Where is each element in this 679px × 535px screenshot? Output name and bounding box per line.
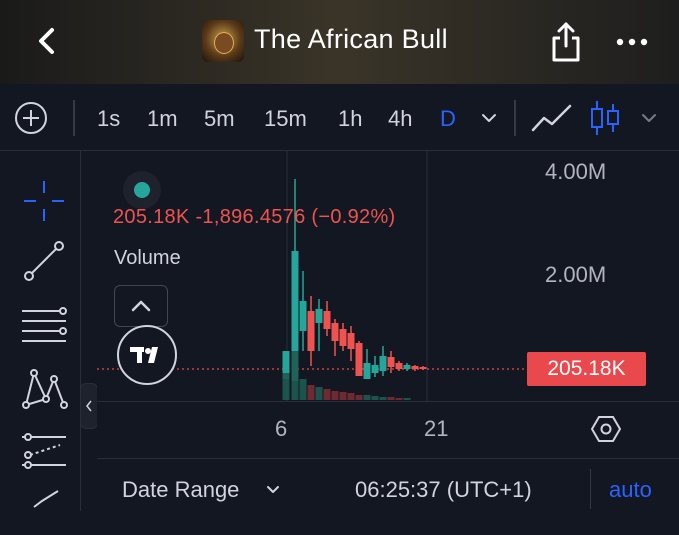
candle-body bbox=[307, 311, 315, 351]
volume-bar bbox=[395, 398, 403, 400]
chevron-left-icon bbox=[86, 400, 92, 412]
candle-body bbox=[347, 333, 355, 349]
line-chart-icon[interactable] bbox=[530, 100, 574, 136]
add-indicator-icon[interactable] bbox=[14, 101, 48, 135]
volume-bar bbox=[403, 398, 411, 400]
sidebar-collapse-handle[interactable] bbox=[80, 383, 98, 429]
chevron-down-icon[interactable] bbox=[265, 483, 281, 497]
candle-body bbox=[339, 329, 347, 346]
bottom-bar: Date Range 06:25:37 (UTC+1) auto bbox=[97, 458, 679, 512]
candle-body bbox=[355, 343, 363, 376]
volume-bar bbox=[347, 393, 355, 400]
fib-retracement-icon[interactable] bbox=[20, 301, 68, 349]
timeframe-1m[interactable]: 1m bbox=[147, 106, 178, 132]
candle-body bbox=[379, 356, 387, 371]
share-icon[interactable] bbox=[548, 20, 584, 64]
candle-body bbox=[299, 301, 307, 331]
current-price-tag: 205.18K bbox=[527, 352, 646, 386]
timeframe-1h[interactable]: 1h bbox=[338, 106, 362, 132]
timeframe-d[interactable]: D bbox=[440, 106, 456, 132]
candlestick-chart-icon[interactable] bbox=[588, 98, 622, 138]
volume-bar bbox=[307, 385, 315, 400]
forecasting-tool-icon[interactable] bbox=[20, 427, 68, 475]
candle-body bbox=[315, 309, 323, 323]
back-arrow-icon[interactable] bbox=[30, 24, 64, 58]
annotation-tool-icon[interactable] bbox=[20, 487, 68, 535]
avatar[interactable] bbox=[202, 20, 244, 62]
volume-bar bbox=[339, 392, 347, 400]
candle-body bbox=[387, 357, 395, 367]
bottom-bar-divider bbox=[590, 469, 591, 509]
candle-body bbox=[395, 363, 403, 369]
tradingview-mark bbox=[130, 347, 158, 363]
timeframe-chevron-down-icon[interactable] bbox=[480, 110, 498, 126]
volume-bar bbox=[323, 389, 331, 400]
tradingview-logo-icon[interactable] bbox=[117, 325, 177, 385]
page-title: The African Bull bbox=[254, 24, 448, 54]
auto-scale-button[interactable]: auto bbox=[609, 477, 652, 503]
volume-study-label[interactable]: Volume bbox=[114, 247, 181, 270]
market-status-indicator[interactable] bbox=[123, 171, 161, 209]
candle-body bbox=[363, 363, 371, 379]
y-axis-label: 4.00M bbox=[545, 159, 607, 184]
toolbar-divider bbox=[514, 100, 516, 136]
timezone-clock[interactable]: 06:25:37 (UTC+1) bbox=[355, 477, 532, 503]
chart-toolbar: 1s 1m 5m 15m 1h 4h D bbox=[0, 86, 679, 151]
x-axis-label: 6 bbox=[275, 416, 288, 441]
top-header: The African Bull bbox=[0, 0, 679, 84]
x-axis-label: 21 bbox=[424, 416, 449, 441]
volume-bar bbox=[379, 397, 387, 400]
timeframe-4h[interactable]: 4h bbox=[388, 106, 412, 132]
timeframe-15m[interactable]: 15m bbox=[264, 106, 307, 132]
candle-body bbox=[371, 365, 379, 373]
chevron-up-icon bbox=[131, 300, 151, 312]
collapse-legend-button[interactable] bbox=[114, 285, 168, 327]
more-options-icon[interactable] bbox=[614, 30, 650, 54]
volume-bar bbox=[315, 387, 323, 400]
volume-bar bbox=[387, 397, 395, 400]
pattern-tool-icon[interactable] bbox=[20, 365, 68, 413]
price-chart[interactable]: 4.00M 2.00M 205.18K -1,896.4576 (−0.92%)… bbox=[97, 151, 679, 401]
y-axis-label: 2.00M bbox=[545, 262, 607, 287]
toolbar-divider bbox=[73, 100, 75, 136]
volume-bar bbox=[291, 351, 299, 400]
volume-bar bbox=[282, 373, 290, 400]
date-range-button[interactable]: Date Range bbox=[122, 477, 239, 503]
candle-body bbox=[411, 366, 419, 369]
trend-line-icon[interactable] bbox=[20, 237, 68, 285]
volume-bar bbox=[355, 395, 363, 400]
volume-bar bbox=[299, 379, 307, 400]
timeframe-5m[interactable]: 5m bbox=[204, 106, 235, 132]
avatar-face bbox=[214, 32, 234, 54]
chart-settings-icon[interactable] bbox=[591, 414, 621, 444]
time-axis[interactable]: 6 21 bbox=[97, 401, 679, 458]
drawing-tools-sidebar bbox=[0, 151, 81, 511]
price-change-text: 205.18K -1,896.4576 (−0.92%) bbox=[113, 206, 396, 228]
volume-bar bbox=[371, 396, 379, 400]
volume-bar bbox=[331, 391, 339, 400]
chart-type-chevron-down-icon[interactable] bbox=[640, 110, 658, 126]
candle-body bbox=[331, 323, 339, 341]
candle-body bbox=[323, 311, 331, 329]
candle-body bbox=[419, 367, 427, 369]
timeframe-1s[interactable]: 1s bbox=[97, 106, 120, 132]
volume-bar bbox=[363, 395, 371, 400]
crosshair-icon[interactable] bbox=[20, 177, 68, 225]
candle-body bbox=[403, 365, 411, 369]
